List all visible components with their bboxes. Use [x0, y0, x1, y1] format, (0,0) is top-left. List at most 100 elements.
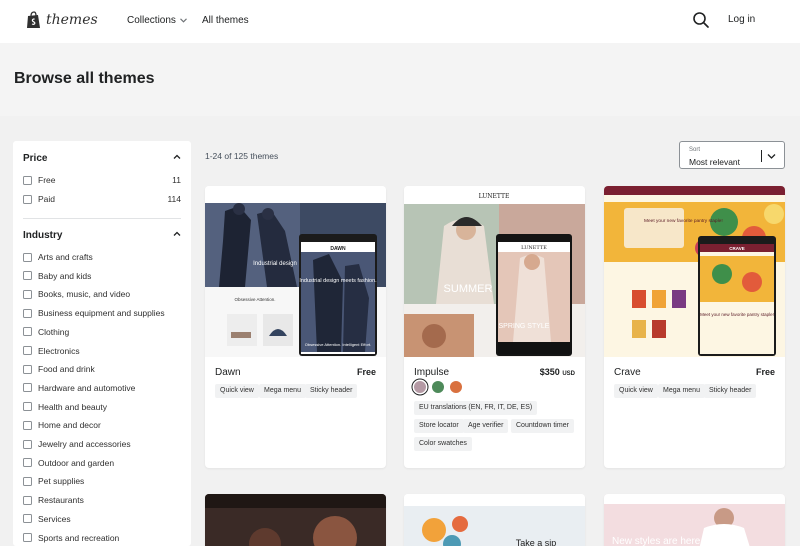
theme-name[interactable]: Dawn	[215, 367, 241, 378]
filter-option-health-and-beauty[interactable]: Health and beauty	[23, 400, 181, 414]
filter-sidebar: Price Free 11 Paid 114 Industry Arts and…	[13, 141, 191, 546]
filter-option-label: Business equipment and supplies	[38, 308, 165, 319]
filter-option-label: Paid	[38, 194, 56, 204]
theme-card[interactable]: New styles are here	[604, 494, 785, 546]
theme-card[interactable]	[205, 494, 386, 546]
filter-option-baby-and-kids[interactable]: Baby and kids	[23, 269, 181, 283]
theme-preview[interactable]	[205, 494, 386, 546]
theme-price: Free	[755, 367, 775, 377]
checkbox[interactable]	[23, 514, 32, 524]
theme-preview[interactable]: New styles are here	[604, 494, 785, 546]
preview-headline: Industrial design	[253, 261, 297, 267]
checkbox[interactable]	[23, 194, 32, 204]
shopify-themes-logo[interactable]: themes	[26, 11, 98, 29]
theme-preview-impulse[interactable]: LUNETTE SUMMER SPRING STYLE LUNETTE	[404, 186, 585, 357]
login-link[interactable]: Log in	[728, 14, 755, 25]
checkbox[interactable]	[23, 402, 32, 412]
preview-headline: SPRING STYLE	[499, 323, 550, 330]
filter-option-food-and-drink[interactable]: Food and drink	[23, 362, 181, 376]
theme-card-dawn[interactable]: DAWN Industrial design Industrial design…	[205, 186, 386, 468]
theme-preview-crave[interactable]: Meet your new favorite pantry staple! Me…	[604, 186, 785, 357]
sort-select[interactable]: Sort Most relevant	[679, 141, 785, 169]
checkbox[interactable]	[23, 252, 32, 262]
filter-option-label: Pet supplies	[38, 476, 85, 487]
theme-preview-dawn[interactable]: DAWN Industrial design Industrial design…	[205, 186, 386, 357]
feature-tag: Sticky header	[305, 384, 358, 398]
color-swatch-orange[interactable]	[450, 381, 462, 393]
feature-tag: Countdown timer	[511, 419, 574, 433]
chevron-up-icon[interactable]	[173, 230, 181, 238]
checkbox[interactable]	[23, 439, 32, 449]
color-swatch-green[interactable]	[432, 381, 444, 393]
filter-option-free[interactable]: Free 11	[23, 173, 181, 187]
nav-collections-dropdown[interactable]: Collections	[127, 15, 187, 26]
nav-all-themes[interactable]: All themes	[202, 15, 249, 26]
feature-tag: Mega menu	[259, 384, 306, 398]
feature-tag: Quick view	[215, 384, 259, 398]
theme-card-crave[interactable]: Meet your new favorite pantry staple! Me…	[604, 186, 785, 468]
checkbox[interactable]	[23, 476, 32, 486]
filter-option-pet-supplies[interactable]: Pet supplies	[23, 474, 181, 488]
filter-option-count: 11	[172, 175, 181, 185]
filter-option-count: 114	[167, 194, 181, 204]
filter-option-hardware-automotive[interactable]: Hardware and automotive	[23, 381, 181, 395]
checkbox[interactable]	[23, 271, 32, 281]
feature-tag: Color swatches	[414, 437, 472, 451]
filter-option-arts-and-crafts[interactable]: Arts and crafts	[23, 250, 181, 264]
theme-card-impulse[interactable]: LUNETTE SUMMER SPRING STYLE LUNETTE Impu…	[404, 186, 585, 468]
filter-option-restaurants[interactable]: Restaurants	[23, 493, 181, 507]
filter-option-electronics[interactable]: Electronics	[23, 344, 181, 358]
checkbox[interactable]	[23, 289, 32, 299]
filter-option-label: Services	[38, 513, 71, 524]
theme-name[interactable]: Crave	[614, 367, 641, 378]
industry-filter-title[interactable]: Industry	[23, 230, 62, 241]
filter-option-paid[interactable]: Paid 114	[23, 192, 181, 206]
checkbox[interactable]	[23, 308, 32, 318]
checkbox[interactable]	[23, 346, 32, 355]
feature-tag: Quick view	[614, 384, 658, 398]
checkbox[interactable]	[23, 495, 32, 505]
filter-option-outdoor-garden[interactable]: Outdoor and garden	[23, 456, 181, 470]
feature-tag: Sticky header	[704, 384, 757, 398]
preview-headline: SUMMER	[444, 283, 493, 295]
preview-headline: Meet your new favorite pantry staple!	[700, 312, 774, 317]
filter-option-home-and-decor[interactable]: Home and decor	[23, 418, 181, 432]
checkbox[interactable]	[23, 175, 32, 185]
filter-option-label: Food and drink	[38, 364, 95, 375]
chevron-up-icon[interactable]	[173, 153, 181, 161]
preview-headline: Meet your new favorite pantry staple!	[644, 218, 723, 224]
filter-option-label: Hardware and automotive	[38, 382, 136, 393]
filter-option-jewelry-accessories[interactable]: Jewelry and accessories	[23, 437, 181, 451]
checkbox[interactable]	[23, 364, 32, 374]
theme-card[interactable]: Take a sip	[404, 494, 585, 546]
checkbox[interactable]	[23, 420, 32, 430]
price-filter-title[interactable]: Price	[23, 153, 47, 164]
filter-option-books-music-video[interactable]: Books, music, and video	[23, 287, 181, 301]
sort-separator	[761, 150, 762, 162]
checkbox[interactable]	[23, 383, 32, 393]
filter-option-label: Electronics	[38, 345, 80, 356]
checkbox[interactable]	[23, 533, 32, 542]
nav-collections-label: Collections	[127, 15, 176, 26]
top-navigation-bar: themes Collections All themes Log in	[0, 0, 800, 43]
color-swatch-mauve[interactable]	[414, 381, 426, 393]
filter-option-clothing[interactable]: Clothing	[23, 325, 181, 339]
preview-brand: CRAVE	[729, 246, 744, 251]
filter-option-label: Outdoor and garden	[38, 457, 115, 468]
filter-option-sports-recreation[interactable]: Sports and recreation	[23, 531, 181, 545]
checkbox[interactable]	[23, 458, 32, 468]
chevron-down-icon	[767, 154, 776, 159]
theme-preview[interactable]: Take a sip	[404, 494, 585, 546]
filter-option-services[interactable]: Services	[23, 512, 181, 526]
theme-name[interactable]: Impulse	[414, 367, 449, 378]
filter-option-label: Sports and recreation	[38, 532, 120, 543]
filter-option-label: Clothing	[38, 326, 70, 337]
preview-subhead: Obsessive Attention. Intelligent Effort.	[305, 342, 371, 347]
theme-price-amount: $350	[539, 367, 560, 377]
search-icon[interactable]	[692, 11, 710, 29]
checkbox[interactable]	[23, 327, 32, 337]
filter-option-label: Home and decor	[38, 420, 101, 431]
filter-option-business-equipment[interactable]: Business equipment and supplies	[23, 306, 181, 320]
preview-headline: Take a sip	[516, 538, 557, 546]
filter-option-label: Baby and kids	[38, 270, 92, 281]
